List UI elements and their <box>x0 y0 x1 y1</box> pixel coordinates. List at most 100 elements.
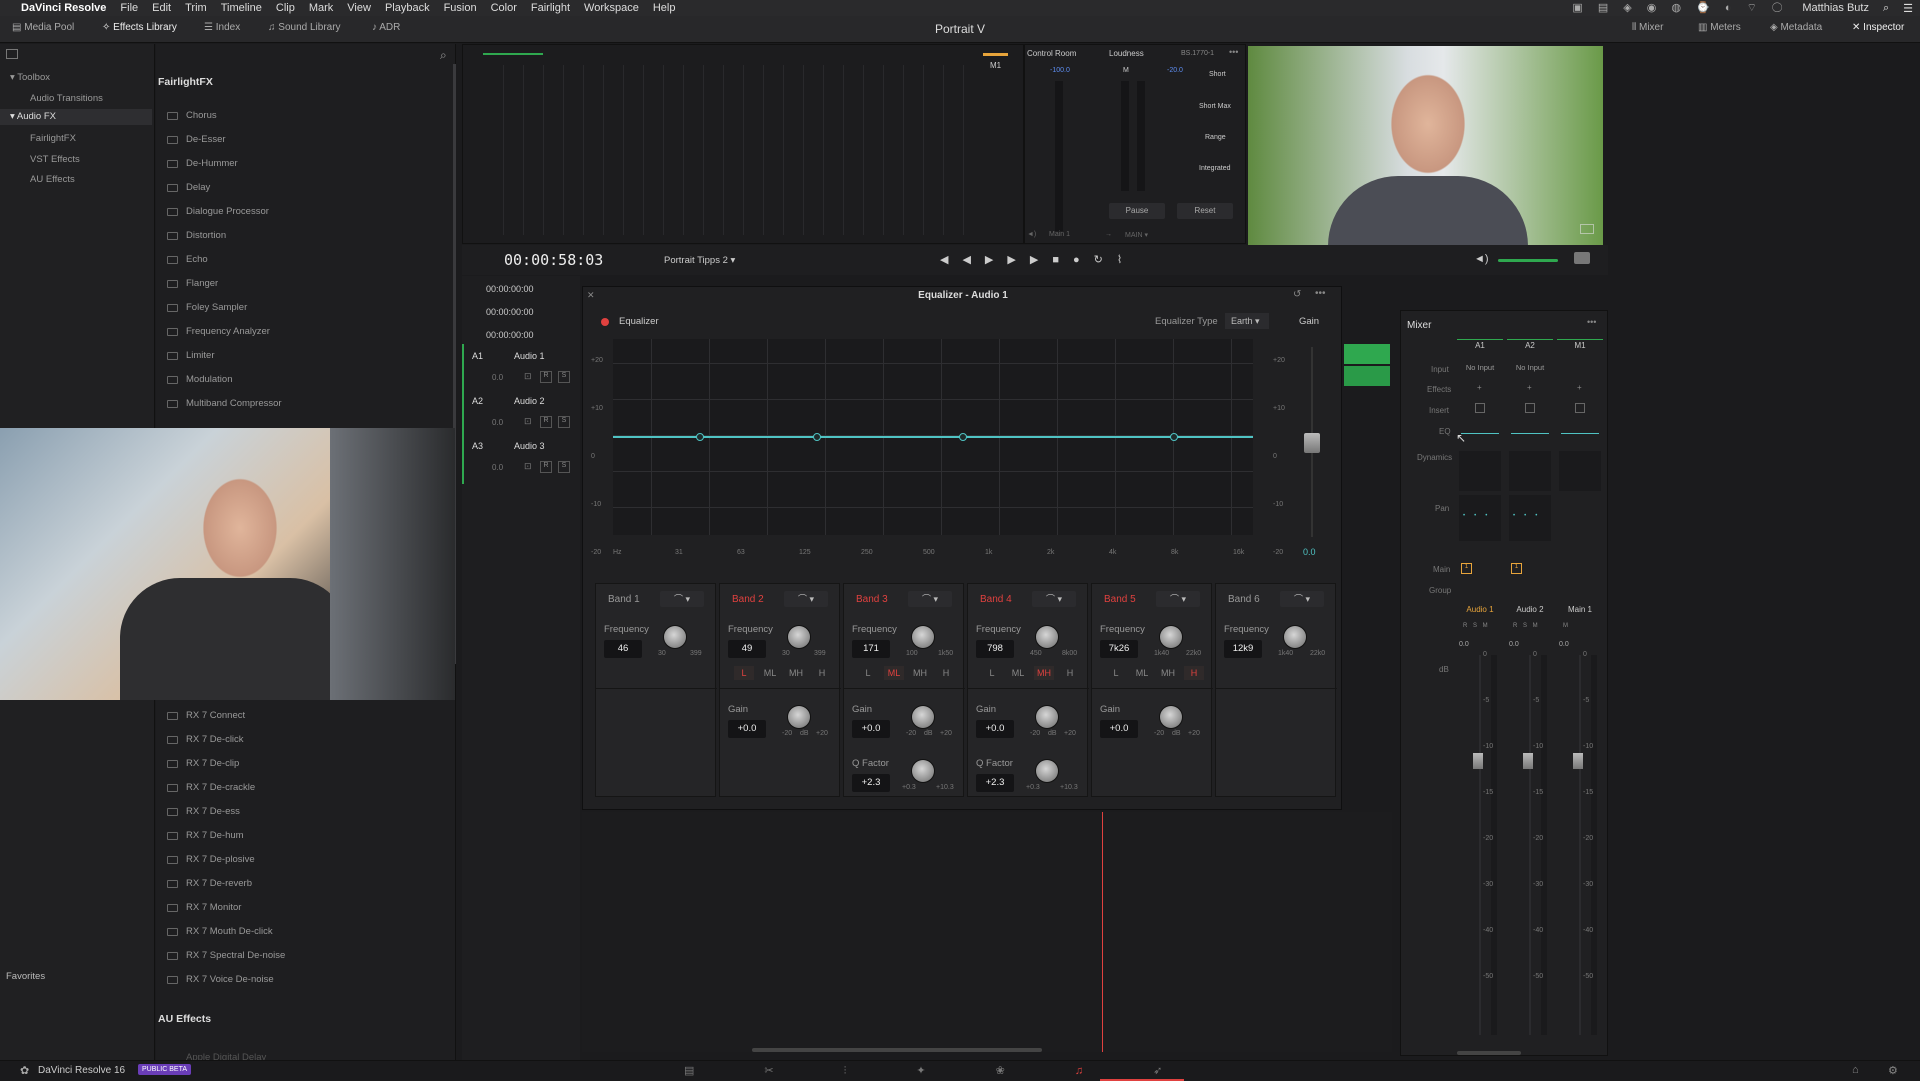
eq-type-select[interactable]: Earth ▾ <box>1225 313 1269 329</box>
fx-item[interactable]: Limiter <box>186 350 215 361</box>
playhead[interactable] <box>1102 812 1103 1052</box>
band-4-filter-H[interactable]: H <box>1060 666 1080 680</box>
media-pool-button[interactable]: ▤ Media Pool <box>12 22 74 33</box>
mixer-main-assign[interactable]: 1 <box>1511 563 1522 574</box>
band-2-gain-knob[interactable] <box>788 706 810 728</box>
solo-button[interactable]: S <box>558 416 570 428</box>
band-2-shape-select[interactable]: ⌒ ▾ <box>784 591 828 607</box>
effects-library-button[interactable]: ✧ Effects Library <box>102 22 177 33</box>
band-3-filter-ML[interactable]: ML <box>884 666 904 680</box>
fx-item-rx[interactable]: RX 7 De-hum <box>186 830 244 841</box>
sound-library-button[interactable]: ♫ Sound Library <box>268 22 341 33</box>
favorites-header[interactable]: Favorites <box>6 971 45 982</box>
band-3-gain-field[interactable]: +0.0 <box>852 720 890 738</box>
band-5-filter-L[interactable]: L <box>1106 666 1126 680</box>
eq-enable-toggle[interactable] <box>601 318 609 326</box>
band-5-filter-H[interactable]: H <box>1184 666 1204 680</box>
eq-band5-node[interactable] <box>1170 433 1178 441</box>
fx-item-rx[interactable]: RX 7 Connect <box>186 710 245 721</box>
mixer-input-value[interactable]: No Input <box>1507 363 1553 372</box>
band-5-filter-ML[interactable]: ML <box>1132 666 1152 680</box>
mixer-rsm-buttons[interactable]: M <box>1563 623 1570 629</box>
edit-page-icon[interactable]: ⫶ <box>844 1065 917 1077</box>
eq-band2-node[interactable] <box>696 433 704 441</box>
tree-audio-fx[interactable]: ▾ Audio FX <box>0 109 152 125</box>
eq-curve[interactable] <box>613 436 1253 438</box>
mixer-rsm-buttons[interactable]: R S M <box>1513 623 1540 629</box>
lock-icon[interactable]: ⊡ <box>524 416 532 427</box>
panel-toggle-icon[interactable] <box>6 49 18 59</box>
band-3-shape-select[interactable]: ⌒ ▾ <box>908 591 952 607</box>
tree-audio-transitions[interactable]: Audio Transitions <box>30 93 103 104</box>
mixer-dynamics-thumbnail[interactable] <box>1509 451 1551 491</box>
solo-button[interactable]: S <box>558 461 570 473</box>
eq-graph[interactable] <box>613 339 1253 535</box>
mixer-add-effect-icon[interactable]: + <box>1477 383 1482 392</box>
fairlight-page-icon[interactable]: ♫ <box>1075 1065 1153 1077</box>
fx-item[interactable]: Dialogue Processor <box>186 206 269 217</box>
menu-trim[interactable]: Trim <box>178 2 214 14</box>
mixer-pan-control[interactable]: ••• <box>1509 495 1551 541</box>
menu-mark[interactable]: Mark <box>302 2 340 14</box>
band-3-filter-H[interactable]: H <box>936 666 956 680</box>
more-options-icon[interactable]: ••• <box>1229 47 1238 57</box>
band-2-label[interactable]: Band 2 <box>732 594 764 605</box>
mixer-eq-thumbnail[interactable] <box>1511 433 1549 434</box>
mixer-dynamics-thumbnail[interactable] <box>1559 451 1601 491</box>
band-2-filter-MH[interactable]: MH <box>786 666 806 680</box>
solo-button[interactable]: S <box>558 371 570 383</box>
mixer-main-assign[interactable]: 1 <box>1461 563 1472 574</box>
search-icon[interactable]: ⌕ <box>1876 2 1896 15</box>
band-2-filter-H[interactable]: H <box>812 666 832 680</box>
lock-icon[interactable]: ⊡ <box>524 371 532 382</box>
inspector-toggle[interactable]: ✕ Inspector <box>1852 22 1904 33</box>
band-1-frequency-field[interactable]: 46 <box>604 640 642 658</box>
tree-au-effects[interactable]: AU Effects <box>30 174 75 185</box>
fx-item[interactable]: Modulation <box>186 374 232 385</box>
band-3-filter-MH[interactable]: MH <box>910 666 930 680</box>
mixer-add-effect-icon[interactable]: + <box>1527 383 1532 392</box>
stop-icon[interactable]: ■ <box>1052 254 1073 266</box>
play-icon[interactable]: ▶ <box>1030 254 1052 266</box>
band-2-filter-ML[interactable]: ML <box>760 666 780 680</box>
app-menu[interactable]: DaVinci Resolve <box>14 2 113 14</box>
track-name[interactable]: Audio 2 <box>514 396 545 406</box>
mixer-fader-handle[interactable] <box>1473 753 1483 769</box>
mixer-rsm-buttons[interactable]: R S M <box>1463 623 1490 629</box>
fx-item-rx[interactable]: RX 7 De-clip <box>186 758 239 769</box>
mixer-fader-handle[interactable] <box>1573 753 1583 769</box>
band-3-filter-L[interactable]: L <box>858 666 878 680</box>
fx-item[interactable]: Foley Sampler <box>186 302 247 313</box>
deliver-page-icon[interactable]: ➶ <box>1153 1065 1232 1077</box>
pause-button[interactable]: Pause <box>1109 203 1165 219</box>
tree-toolbox[interactable]: ▾ Toolbox <box>10 72 50 83</box>
tree-vst-effects[interactable]: VST Effects <box>30 154 80 165</box>
more-options-icon[interactable]: ••• <box>1587 317 1596 327</box>
metadata-toggle[interactable]: ◈ Metadata <box>1770 22 1822 33</box>
fx-item[interactable]: Echo <box>186 254 208 265</box>
tree-fairlightfx[interactable]: FairlightFX <box>30 133 76 144</box>
settings-gear-icon[interactable]: ⚙ <box>1888 1064 1898 1077</box>
band-4-shape-select[interactable]: ⌒ ▾ <box>1032 591 1076 607</box>
fx-item[interactable]: De-Esser <box>186 134 226 145</box>
band-4-label[interactable]: Band 4 <box>980 594 1012 605</box>
record-arm-button[interactable]: R <box>540 371 552 383</box>
adr-button[interactable]: ♪ ADR <box>372 22 400 33</box>
loop-icon[interactable]: ↻ <box>1094 254 1117 266</box>
gain-fader-handle[interactable] <box>1304 433 1320 453</box>
mixer-pan-control[interactable]: ••• <box>1459 495 1501 541</box>
mixer-toggle[interactable]: ⫴ Mixer <box>1632 22 1663 33</box>
band-3-gain-knob[interactable] <box>912 706 934 728</box>
menu-clip[interactable]: Clip <box>269 2 302 14</box>
menu-file[interactable]: File <box>113 2 145 14</box>
band-5-label[interactable]: Band 5 <box>1104 594 1136 605</box>
band-3-frequency-knob[interactable] <box>912 626 934 648</box>
fullscreen-icon[interactable] <box>1580 224 1594 234</box>
fx-item-rx[interactable]: RX 7 Monitor <box>186 902 241 913</box>
reset-icon[interactable]: ↺ <box>1293 289 1301 300</box>
band-5-frequency-knob[interactable] <box>1160 626 1182 648</box>
band-2-filter-L[interactable]: L <box>734 666 754 680</box>
rewind-icon[interactable]: ◀◀ <box>940 254 985 266</box>
band-1-frequency-knob[interactable] <box>664 626 686 648</box>
fx-item[interactable]: Multiband Compressor <box>186 398 282 409</box>
